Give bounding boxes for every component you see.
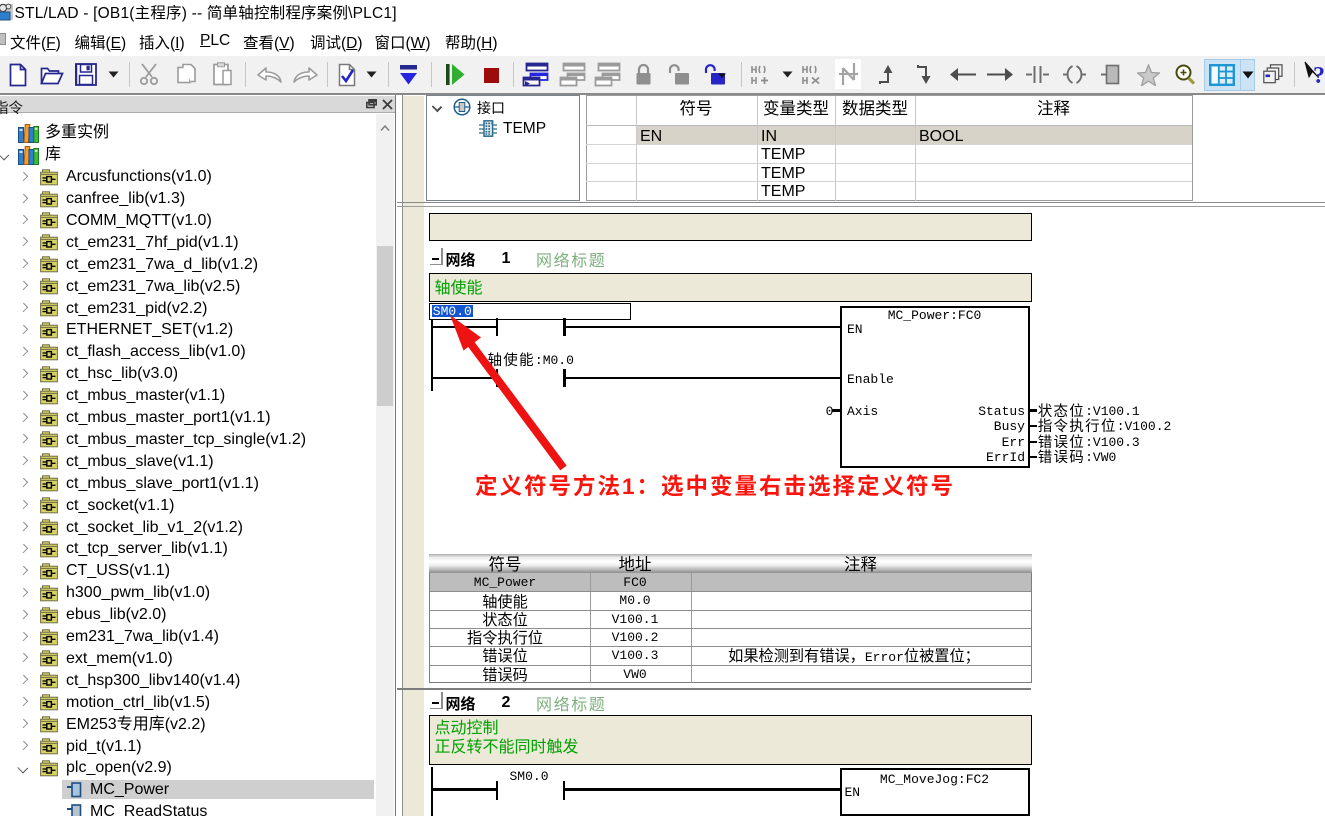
svg-text:?: ? [1313, 63, 1325, 88]
